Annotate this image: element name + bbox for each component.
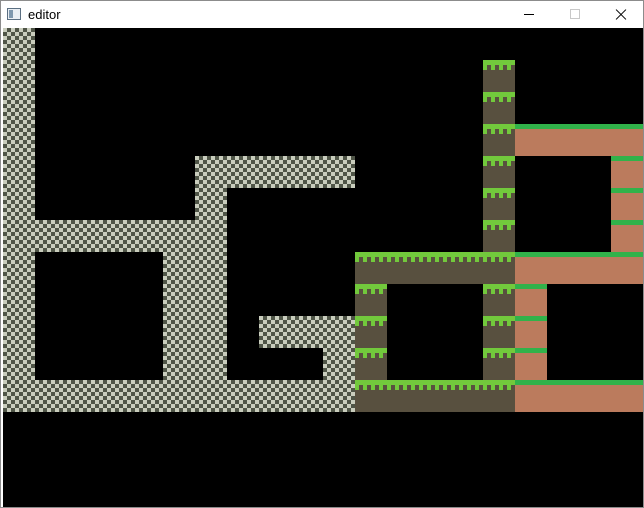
stone-tile bbox=[323, 316, 355, 348]
stone-tile bbox=[323, 348, 355, 380]
grass-clay-tile bbox=[611, 220, 643, 252]
minimize-button[interactable] bbox=[506, 1, 552, 28]
stone-tile bbox=[3, 252, 35, 284]
grass-dirt-tile bbox=[483, 156, 515, 188]
stone-tile bbox=[3, 92, 35, 124]
stone-tile bbox=[35, 220, 67, 252]
grass-clay-tile bbox=[611, 252, 643, 284]
stone-tile bbox=[3, 60, 35, 92]
stone-tile bbox=[323, 380, 355, 412]
stone-tile bbox=[259, 380, 291, 412]
grass-dirt-tile bbox=[387, 252, 419, 284]
grass-dirt-tile bbox=[483, 60, 515, 92]
grass-dirt-tile bbox=[451, 380, 483, 412]
stone-tile bbox=[195, 284, 227, 316]
grass-dirt-tile bbox=[483, 252, 515, 284]
stone-tile bbox=[195, 188, 227, 220]
app-window: editor bbox=[0, 0, 644, 508]
window-title: editor bbox=[28, 7, 61, 22]
stone-tile bbox=[291, 156, 323, 188]
stone-tile bbox=[163, 348, 195, 380]
grass-dirt-tile bbox=[483, 316, 515, 348]
grass-dirt-tile bbox=[483, 380, 515, 412]
grass-clay-tile bbox=[547, 380, 579, 412]
stone-tile bbox=[195, 156, 227, 188]
grass-clay-tile bbox=[611, 124, 643, 156]
grass-clay-tile bbox=[579, 124, 611, 156]
grass-clay-tile bbox=[515, 380, 547, 412]
grass-clay-tile bbox=[515, 348, 547, 380]
stone-tile bbox=[3, 156, 35, 188]
game-canvas[interactable] bbox=[3, 28, 643, 507]
stone-tile bbox=[131, 220, 163, 252]
grass-dirt-tile bbox=[483, 284, 515, 316]
stone-tile bbox=[163, 380, 195, 412]
stone-tile bbox=[3, 380, 35, 412]
grass-clay-tile bbox=[547, 124, 579, 156]
stone-tile bbox=[3, 316, 35, 348]
grass-clay-tile bbox=[515, 124, 547, 156]
stone-tile bbox=[195, 316, 227, 348]
grass-dirt-tile bbox=[419, 252, 451, 284]
title-bar[interactable]: editor bbox=[1, 1, 643, 28]
grass-clay-tile bbox=[611, 188, 643, 220]
stone-tile bbox=[163, 252, 195, 284]
grass-dirt-tile bbox=[483, 92, 515, 124]
grass-clay-tile bbox=[515, 284, 547, 316]
stone-tile bbox=[323, 156, 355, 188]
stone-tile bbox=[195, 252, 227, 284]
grass-clay-tile bbox=[611, 156, 643, 188]
stone-tile bbox=[3, 348, 35, 380]
grass-dirt-tile bbox=[387, 380, 419, 412]
app-icon bbox=[7, 8, 21, 20]
stone-tile bbox=[195, 220, 227, 252]
stone-tile bbox=[3, 124, 35, 156]
stone-tile bbox=[163, 220, 195, 252]
stone-tile bbox=[99, 380, 131, 412]
stone-tile bbox=[291, 380, 323, 412]
grass-clay-tile bbox=[579, 252, 611, 284]
stone-tile bbox=[3, 284, 35, 316]
grass-clay-tile bbox=[515, 252, 547, 284]
grass-dirt-tile bbox=[483, 188, 515, 220]
stone-tile bbox=[99, 220, 131, 252]
grass-dirt-tile bbox=[419, 380, 451, 412]
stone-tile bbox=[259, 156, 291, 188]
stone-tile bbox=[3, 28, 35, 60]
grass-clay-tile bbox=[579, 380, 611, 412]
grass-dirt-tile bbox=[451, 252, 483, 284]
stone-tile bbox=[35, 380, 67, 412]
grass-dirt-tile bbox=[355, 348, 387, 380]
stone-tile bbox=[3, 188, 35, 220]
grass-clay-tile bbox=[547, 252, 579, 284]
stone-tile bbox=[67, 380, 99, 412]
stone-tile bbox=[227, 380, 259, 412]
stone-tile bbox=[259, 316, 291, 348]
grass-dirt-tile bbox=[355, 284, 387, 316]
stone-tile bbox=[131, 380, 163, 412]
grass-clay-tile bbox=[515, 316, 547, 348]
stone-tile bbox=[195, 348, 227, 380]
maximize-button[interactable] bbox=[552, 1, 598, 28]
stone-tile bbox=[227, 156, 259, 188]
stone-tile bbox=[163, 316, 195, 348]
grass-dirt-tile bbox=[483, 348, 515, 380]
grass-dirt-tile bbox=[355, 380, 387, 412]
grass-dirt-tile bbox=[483, 124, 515, 156]
grass-clay-tile bbox=[611, 380, 643, 412]
stone-tile bbox=[195, 380, 227, 412]
stone-tile bbox=[163, 284, 195, 316]
grass-dirt-tile bbox=[355, 252, 387, 284]
grass-dirt-tile bbox=[483, 220, 515, 252]
stone-tile bbox=[291, 316, 323, 348]
stone-tile bbox=[3, 220, 35, 252]
stone-tile bbox=[67, 220, 99, 252]
close-button[interactable] bbox=[598, 1, 643, 28]
grass-dirt-tile bbox=[355, 316, 387, 348]
